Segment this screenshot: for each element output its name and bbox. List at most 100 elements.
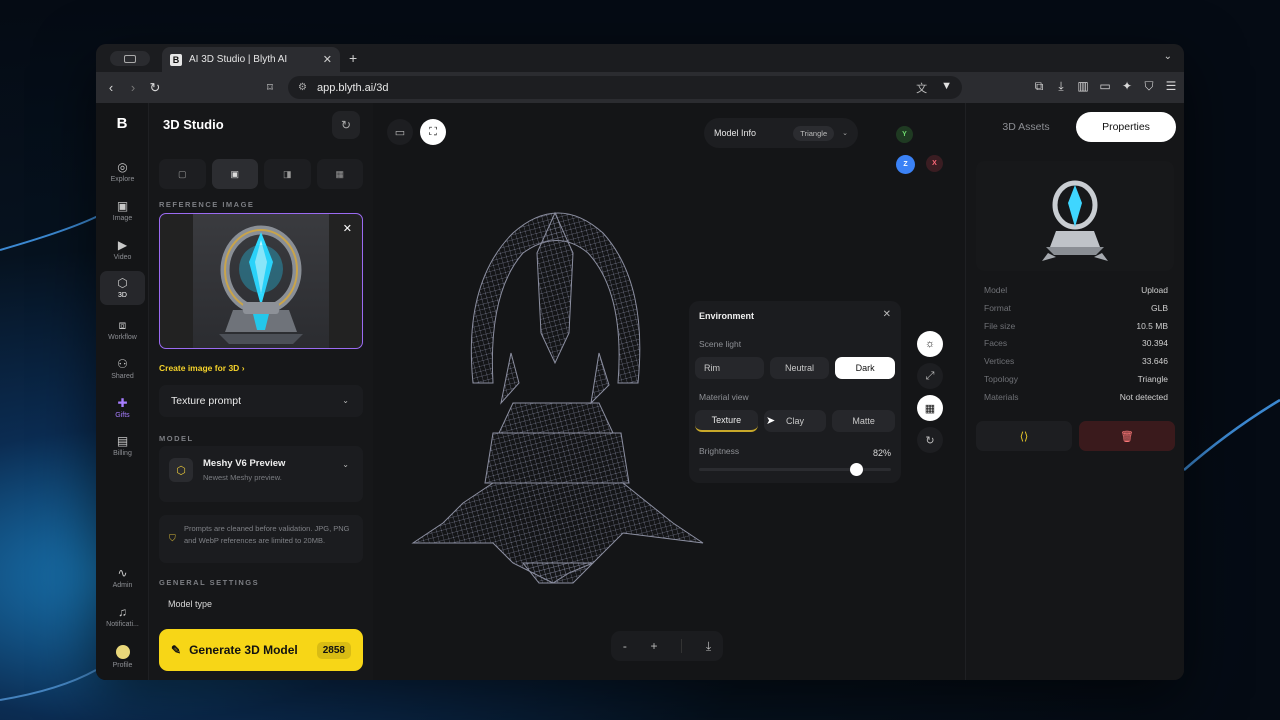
address-bar[interactable]: ⚙ app.blyth.ai/3d 文 ▼ <box>288 76 962 99</box>
workflow-icon: ⧈ <box>118 318 127 332</box>
material-view-label: Material view <box>699 392 749 402</box>
general-settings-label: GENERAL SETTINGS <box>159 578 260 587</box>
rail-item-video[interactable]: ▶ Video <box>100 233 145 267</box>
scene-light-rim[interactable]: Rim <box>695 357 764 379</box>
wand-icon: ✎ <box>171 643 182 657</box>
back-icon[interactable]: ‹ <box>100 80 122 95</box>
delete-button[interactable]: 🗑 <box>1079 421 1175 451</box>
rail-item-image[interactable]: ▣ Image <box>100 194 145 228</box>
favicon-icon: B <box>170 53 182 66</box>
material-options: Texture Clay Matte <box>695 410 896 432</box>
property-value: 30.394 <box>1142 338 1168 349</box>
remove-image-icon[interactable]: ✕ <box>343 222 352 235</box>
tab-3d-assets[interactable]: 3D Assets <box>976 112 1076 142</box>
property-key: File size <box>984 320 1016 331</box>
bookmark-icon[interactable]: ⌑ <box>259 81 281 94</box>
rail-label: 3D <box>118 292 127 299</box>
properties-list: Model Upload Format GLB File size 10.5 MB Face… <box>984 285 1168 410</box>
download-icon[interactable]: ⤓ <box>1054 79 1068 94</box>
rail-item-shared[interactable]: ⚇ Shared <box>100 352 145 386</box>
rail-item-profile[interactable]: Profile <box>100 640 145 674</box>
generate-button[interactable]: ✎ Generate 3D Model 2858 <box>159 629 363 671</box>
shield-icon[interactable]: ▼ <box>941 80 952 96</box>
scene-light-neutral[interactable]: Neutral <box>769 357 830 379</box>
rail-item-admin[interactable]: ∿ Admin <box>100 561 145 595</box>
mode-multi-icon[interactable]: ◨ <box>264 159 311 189</box>
material-matte[interactable]: Matte <box>832 410 896 432</box>
property-value: Not detected <box>1119 391 1168 402</box>
bell-icon: ♫ <box>118 605 127 619</box>
axis-x[interactable]: X <box>926 155 943 172</box>
mode-batch-icon[interactable]: ▦ <box>316 159 363 189</box>
tab-title: AI 3D Studio | Blyth AI <box>189 54 288 65</box>
3d-viewport[interactable]: ▭ ⛶ Model Info Triangle ⌄ Y Z X Environm… <box>373 103 965 680</box>
right-tabs: 3D Assets Properties <box>976 112 1176 142</box>
forward-icon[interactable]: › <box>122 80 144 95</box>
share-button[interactable]: ⟨⟩ <box>976 421 1072 451</box>
vpn-icon[interactable]: ⛉ <box>1142 79 1156 94</box>
reference-image-card[interactable]: ✕ <box>159 213 363 349</box>
sidebar-icon[interactable]: ▥ <box>1076 79 1090 94</box>
rail-label: Workflow <box>108 334 137 341</box>
property-key: Model <box>984 285 1008 295</box>
model-select[interactable]: ⬡ Meshy V6 Preview Newest Meshy preview.… <box>159 446 363 502</box>
texture-prompt-dropdown[interactable]: Texture prompt ⌄ <box>159 385 363 417</box>
translate-icon[interactable]: 文 <box>916 80 927 96</box>
new-tab-icon[interactable]: + <box>349 50 357 66</box>
app-root: B ◎ Explore ▣ Image ▶ Video ⬡ 3D ⧈ Workflow ⚇… <box>96 103 1184 680</box>
axis-z[interactable]: Z <box>896 155 915 174</box>
browser-toolbar: ‹ › ↻ ⌑ ⚙ app.blyth.ai/3d 文 ▼ ⧉ ⤓ ▥ ▭ ✦ … <box>96 72 1184 103</box>
zoom-out-button[interactable]: - <box>623 639 627 653</box>
screenshot-icon[interactable]: ⛶ <box>420 119 446 145</box>
rotate-icon[interactable]: ↻ <box>917 427 943 453</box>
model-label: MODEL <box>159 434 194 443</box>
sparkle-icon[interactable]: ✦ <box>1120 79 1134 94</box>
rail-item-billing[interactable]: ▤ Billing <box>100 429 145 463</box>
expand-icon[interactable]: ⤢ <box>917 363 943 389</box>
menu-icon[interactable]: ☰ <box>1164 79 1178 94</box>
axis-y[interactable]: Y <box>896 126 913 143</box>
grid-icon[interactable]: ▦ <box>917 395 943 421</box>
extensions-icon[interactable]: ⧉ <box>1032 79 1046 94</box>
environment-title: Environment <box>699 311 755 321</box>
mode-text-icon[interactable]: ▢ <box>159 159 206 189</box>
cube-icon: ⬡ <box>117 276 128 290</box>
wallet-icon[interactable]: ▭ <box>1098 79 1112 94</box>
mode-image-icon[interactable]: ▣ <box>211 159 258 189</box>
rail-label: Profile <box>112 662 133 669</box>
chevron-down-icon[interactable]: ⌄ <box>1164 51 1172 62</box>
property-key: Vertices <box>984 356 1015 367</box>
zoom-in-button[interactable]: + <box>650 639 657 653</box>
scene-light-dark[interactable]: Dark <box>835 357 896 379</box>
browser-tab[interactable]: B AI 3D Studio | Blyth AI ✕ <box>162 47 340 72</box>
model-info-dropdown[interactable]: Model Info Triangle ⌄ <box>704 118 858 148</box>
rail-item-explore[interactable]: ◎ Explore <box>100 155 145 189</box>
model-description: Newest Meshy preview. <box>203 473 282 482</box>
tab-sidebar-button[interactable] <box>110 51 150 66</box>
download-icon[interactable]: ⤓ <box>706 639 711 654</box>
reload-icon[interactable]: ↻ <box>144 80 166 96</box>
material-texture[interactable]: Texture <box>695 410 758 432</box>
site-info-icon[interactable]: ⚙ <box>298 82 307 93</box>
property-row: File size 10.5 MB <box>984 321 1168 339</box>
rail-item-gifts[interactable]: ✚ Gifts <box>100 391 145 425</box>
rail-item-workflow[interactable]: ⧈ Workflow <box>100 313 145 347</box>
properties-panel: 3D Assets Properties Model Upload Format GL… <box>965 103 1184 680</box>
refresh-icon[interactable]: ↻ <box>332 111 360 139</box>
close-tab-icon[interactable]: ✕ <box>323 53 332 66</box>
brightness-slider-thumb[interactable] <box>849 463 863 476</box>
rail-label: Image <box>112 215 133 222</box>
property-row: Vertices 33.646 <box>984 356 1168 374</box>
create-image-link[interactable]: Create image for 3D › <box>159 363 245 373</box>
rail-label: Gifts <box>115 412 130 419</box>
property-value: Triangle <box>1137 373 1168 384</box>
monitor-icon[interactable]: ▭ <box>387 119 413 145</box>
tab-properties[interactable]: Properties <box>1076 112 1176 142</box>
close-icon[interactable]: ✕ <box>883 309 891 320</box>
avatar <box>115 645 130 659</box>
property-value: Upload <box>1141 285 1168 295</box>
rail-item-3d[interactable]: ⬡ 3D <box>100 271 145 305</box>
rail-item-notifications[interactable]: ♫ Notificati... <box>100 600 145 634</box>
sun-icon[interactable]: ☼ <box>917 331 943 357</box>
brand-logo[interactable]: B <box>114 115 130 133</box>
